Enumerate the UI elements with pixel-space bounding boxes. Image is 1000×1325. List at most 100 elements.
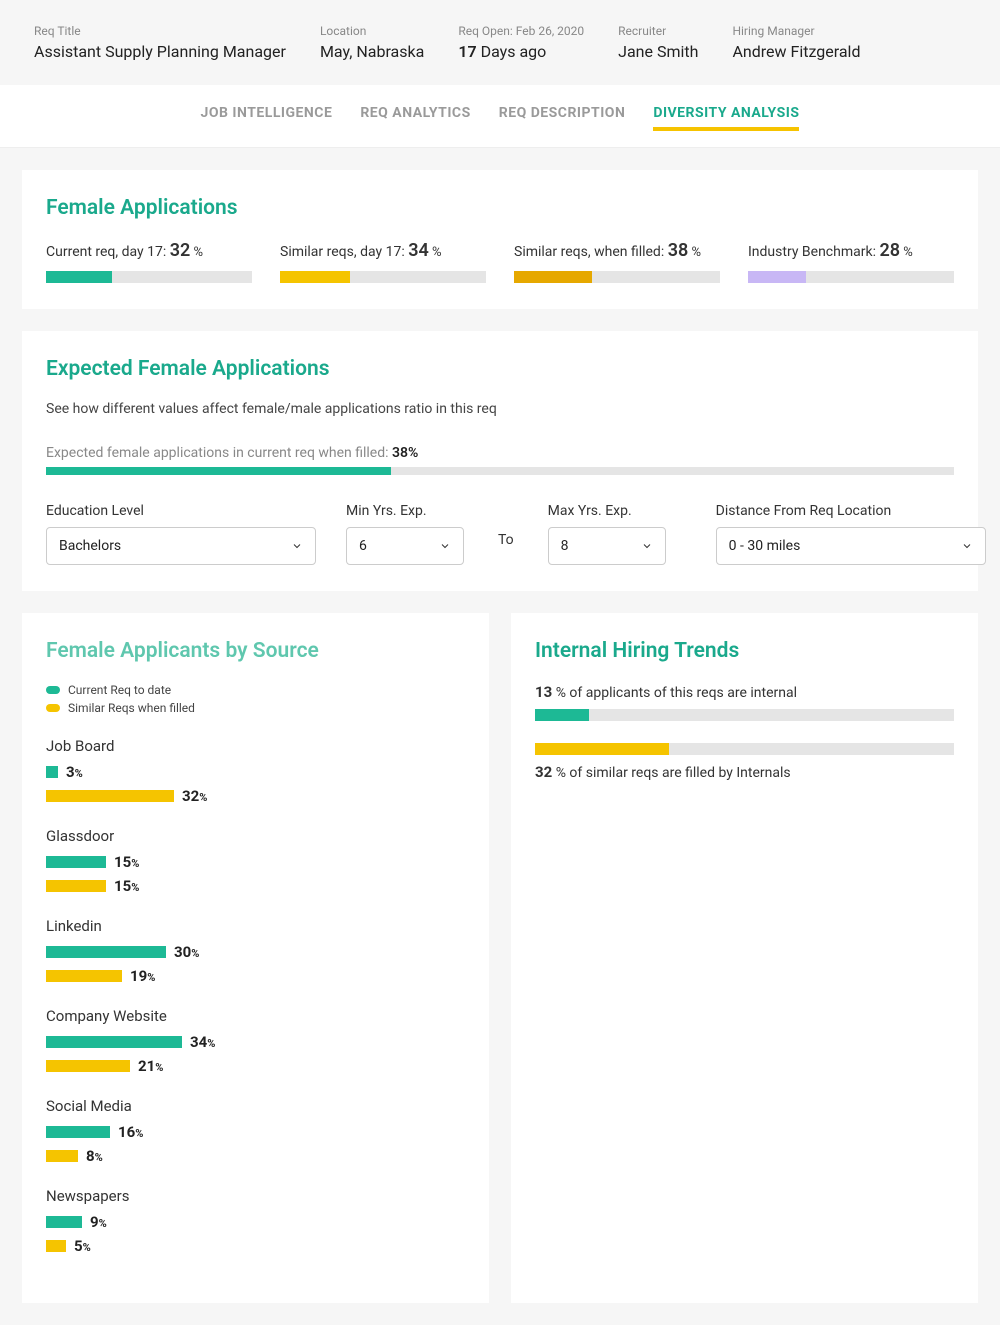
- source-similar-pct: 15%: [114, 877, 139, 895]
- recruiter-value: Jane Smith: [618, 42, 698, 61]
- fa-bar-fill: [514, 271, 592, 283]
- female-app-metric: Similar reqs, when filled: 38 %: [514, 240, 720, 283]
- source-similar-pct: 21%: [138, 1057, 163, 1075]
- source-current-pct: 16%: [118, 1123, 143, 1141]
- source-current-row: 15%: [46, 853, 465, 871]
- source-current-row: 16%: [46, 1123, 465, 1141]
- chevron-down-icon: [291, 540, 303, 552]
- source-similar-bar: [46, 880, 106, 892]
- header-hiring-manager: Hiring Manager Andrew Fitzgerald: [732, 24, 860, 61]
- dot-yellow-icon: [46, 704, 60, 712]
- trend-line-2: 32 % of similar reqs are filled by Inter…: [535, 763, 954, 781]
- to-label: To: [494, 532, 518, 558]
- education-control: Education Level Bachelors: [46, 503, 316, 565]
- tab-diversity-analysis[interactable]: DIVERSITY ANALYSIS: [653, 105, 799, 131]
- req-open-label: Req Open: Feb 26, 2020: [458, 24, 584, 38]
- location-value: May, Nabraska: [320, 42, 424, 61]
- legend-similar: Similar Reqs when filled: [46, 701, 465, 715]
- by-source-legend: Current Req to date Similar Reqs when fi…: [46, 683, 465, 715]
- trend-bar-1-fill: [535, 709, 589, 721]
- source-similar-row: 8%: [46, 1147, 465, 1165]
- female-applications-card: Female Applications Current req, day 17:…: [22, 170, 978, 309]
- by-source-title: Female Applicants by Source: [46, 639, 465, 663]
- female-applications-title: Female Applications: [46, 196, 954, 220]
- tab-req-analytics[interactable]: REQ ANALYTICS: [360, 105, 470, 131]
- min-exp-value: 6: [359, 538, 367, 554]
- header-req-title: Req Title Assistant Supply Planning Mana…: [34, 24, 286, 61]
- min-exp-select[interactable]: 6: [346, 527, 464, 565]
- hiring-manager-value: Andrew Fitzgerald: [732, 42, 860, 61]
- education-label: Education Level: [46, 503, 316, 519]
- source-current-row: 3%: [46, 763, 465, 781]
- chevron-down-icon: [961, 540, 973, 552]
- trend-bar-2: [535, 743, 954, 755]
- source-current-pct: 3%: [66, 763, 83, 781]
- fa-bar-fill: [748, 271, 806, 283]
- expected-bar: [46, 467, 954, 475]
- source-similar-bar: [46, 970, 122, 982]
- source-current-bar: [46, 1036, 182, 1048]
- source-current-bar: [46, 946, 166, 958]
- fa-label: Similar reqs, day 17: 34 %: [280, 240, 486, 261]
- source-block: Linkedin30%19%: [46, 917, 465, 985]
- min-exp-label: Min Yrs. Exp.: [346, 503, 464, 519]
- max-exp-value: 8: [561, 538, 569, 554]
- bottom-row: Female Applicants by Source Current Req …: [22, 613, 978, 1303]
- source-current-row: 30%: [46, 943, 465, 961]
- source-similar-bar: [46, 1060, 130, 1072]
- source-current-pct: 30%: [174, 943, 199, 961]
- fa-label: Industry Benchmark: 28 %: [748, 240, 954, 261]
- source-similar-bar: [46, 1150, 78, 1162]
- recruiter-label: Recruiter: [618, 24, 698, 38]
- source-current-pct: 34%: [190, 1033, 215, 1051]
- legend-current: Current Req to date: [46, 683, 465, 697]
- fa-label: Current req, day 17: 32 %: [46, 240, 252, 261]
- expected-line: Expected female applications in current …: [46, 445, 954, 461]
- distance-control: Distance From Req Location 0 - 30 miles: [716, 503, 986, 565]
- fa-bar: [514, 271, 720, 283]
- max-exp-select[interactable]: 8: [548, 527, 666, 565]
- source-current-bar: [46, 766, 58, 778]
- distance-value: 0 - 30 miles: [729, 538, 801, 554]
- female-app-metric: Industry Benchmark: 28 %: [748, 240, 954, 283]
- source-current-row: 34%: [46, 1033, 465, 1051]
- max-exp-label: Max Yrs. Exp.: [548, 503, 666, 519]
- trend-bar-2-fill: [535, 743, 669, 755]
- distance-select[interactable]: 0 - 30 miles: [716, 527, 986, 565]
- header-location: Location May, Nabraska: [320, 24, 424, 61]
- source-similar-row: 21%: [46, 1057, 465, 1075]
- min-exp-control: Min Yrs. Exp. 6: [346, 503, 464, 565]
- internal-trends-card: Internal Hiring Trends 13 % of applicant…: [511, 613, 978, 1303]
- dot-teal-icon: [46, 686, 60, 694]
- education-select[interactable]: Bachelors: [46, 527, 316, 565]
- education-value: Bachelors: [59, 538, 121, 554]
- female-app-metric: Similar reqs, day 17: 34 %: [280, 240, 486, 283]
- source-similar-pct: 32%: [182, 787, 207, 805]
- source-block: Social Media16%8%: [46, 1097, 465, 1165]
- source-current-pct: 15%: [114, 853, 139, 871]
- expected-controls: Education Level Bachelors Min Yrs. Exp. …: [46, 503, 954, 565]
- trend-bar-1: [535, 709, 954, 721]
- source-similar-row: 15%: [46, 877, 465, 895]
- tab-job-intelligence[interactable]: JOB INTELLIGENCE: [201, 105, 333, 131]
- source-similar-pct: 5%: [74, 1237, 91, 1255]
- expected-subtitle: See how different values affect female/m…: [46, 401, 954, 417]
- header-req-open: Req Open: Feb 26, 2020 17 Days ago: [458, 24, 584, 61]
- fa-bar-fill: [280, 271, 350, 283]
- location-label: Location: [320, 24, 424, 38]
- trend-line-1: 13 % of applicants of this reqs are inte…: [535, 683, 954, 701]
- internal-trends-title: Internal Hiring Trends: [535, 639, 954, 663]
- header-recruiter: Recruiter Jane Smith: [618, 24, 698, 61]
- source-similar-bar: [46, 1240, 66, 1252]
- req-title-value: Assistant Supply Planning Manager: [34, 42, 286, 61]
- source-similar-pct: 8%: [86, 1147, 103, 1165]
- hiring-manager-label: Hiring Manager: [732, 24, 860, 38]
- source-current-bar: [46, 1216, 82, 1228]
- fa-label: Similar reqs, when filled: 38 %: [514, 240, 720, 261]
- source-name: Newspapers: [46, 1187, 465, 1205]
- source-current-pct: 9%: [90, 1213, 107, 1231]
- req-header: Req Title Assistant Supply Planning Mana…: [0, 0, 1000, 85]
- tab-req-description[interactable]: REQ DESCRIPTION: [499, 105, 626, 131]
- source-name: Glassdoor: [46, 827, 465, 845]
- source-current-bar: [46, 1126, 110, 1138]
